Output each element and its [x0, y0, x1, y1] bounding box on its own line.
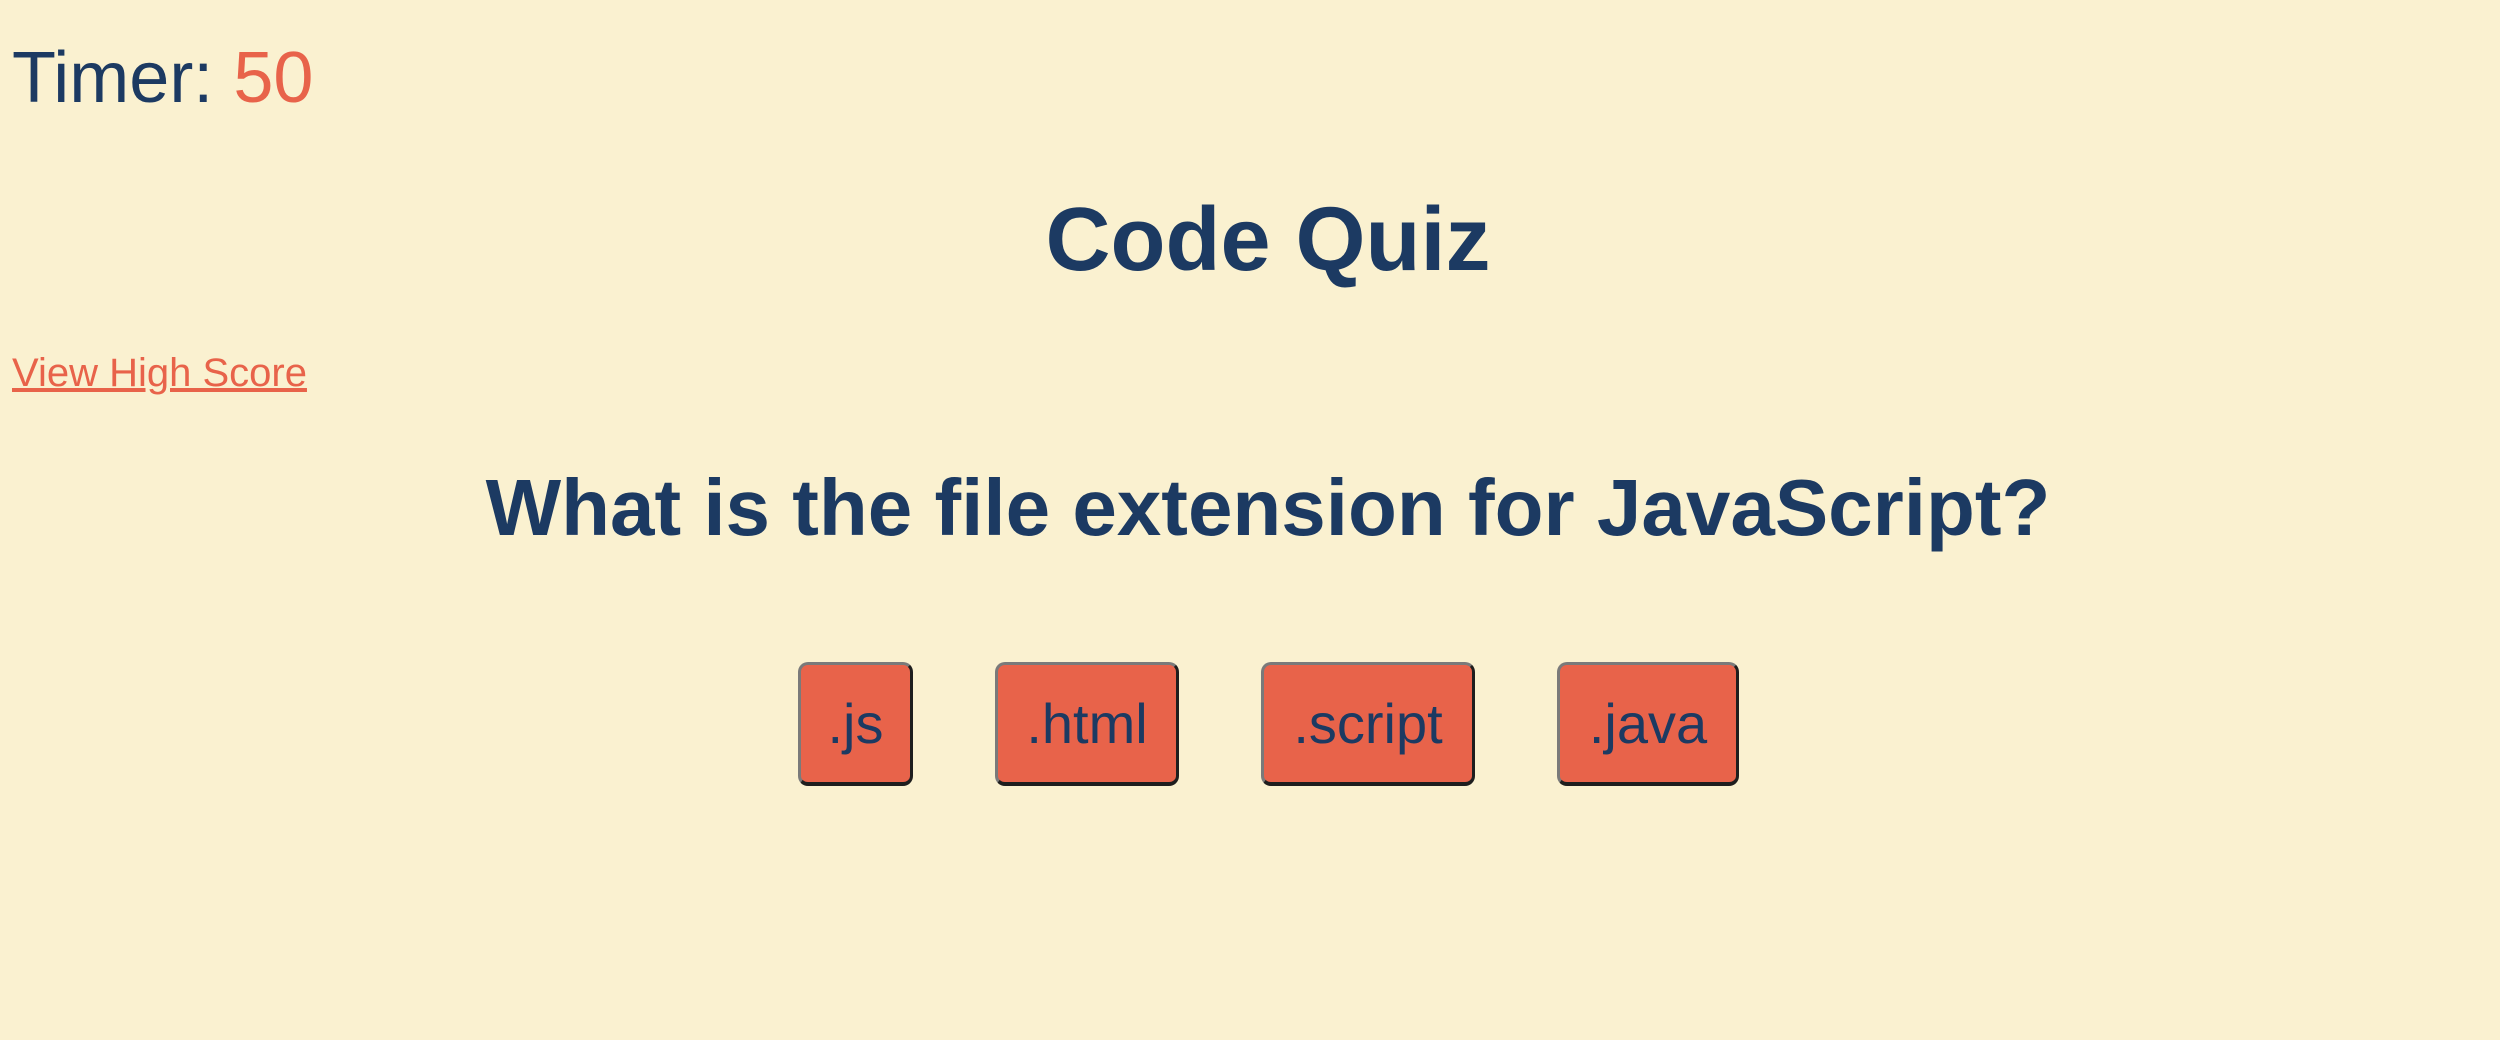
timer-value: 50 — [233, 38, 314, 118]
answer-button-js[interactable]: .js — [798, 662, 913, 786]
timer: Timer: 50 — [12, 38, 313, 118]
view-high-score-link[interactable]: View High Score — [12, 350, 307, 396]
question-text: What is the file extension for JavaScrip… — [485, 463, 2051, 552]
answer-button-html[interactable]: .html — [995, 662, 1179, 786]
page-title: Code Quiz — [1045, 190, 1491, 290]
answer-button-java[interactable]: .java — [1557, 662, 1739, 786]
timer-label: Timer: — [12, 38, 214, 118]
answer-button-script[interactable]: .script — [1261, 662, 1475, 786]
